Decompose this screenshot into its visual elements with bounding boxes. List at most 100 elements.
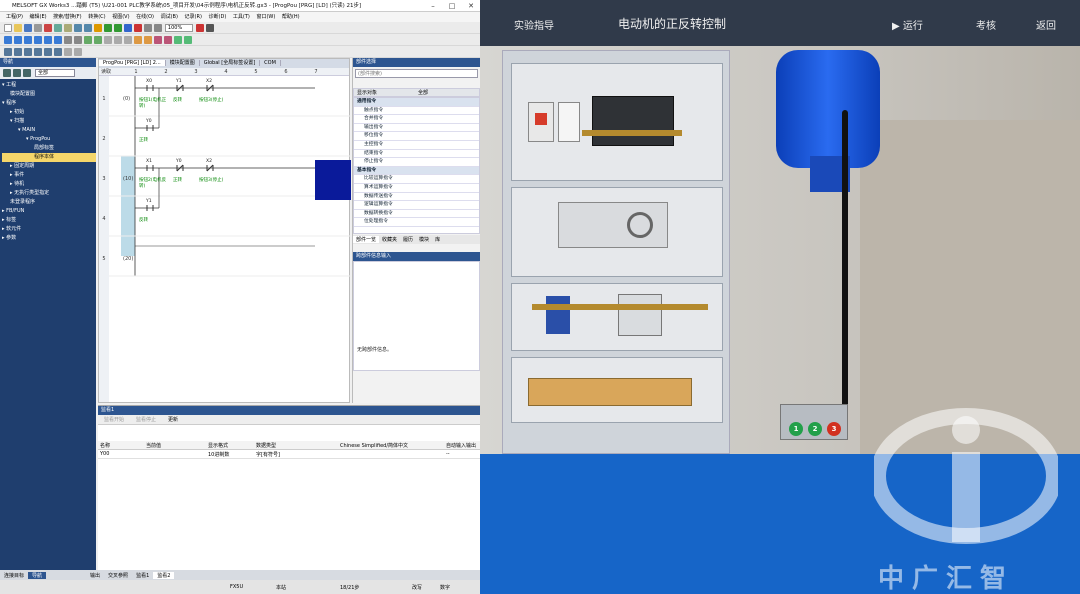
nav-collapse-icon[interactable] (3, 69, 11, 77)
tree-item-parameter[interactable]: ▸ 参数 (2, 234, 96, 243)
menu-debug[interactable]: 调试(B) (161, 14, 178, 20)
tree-item-progpou[interactable]: ▾ ProgPou (2, 135, 96, 144)
line-vertical-icon[interactable] (74, 36, 82, 44)
online-change-icon[interactable] (174, 36, 182, 44)
redo-icon[interactable] (84, 24, 92, 32)
parts-list-item[interactable]: 通用指令 (354, 98, 479, 107)
error-icon[interactable] (195, 24, 204, 32)
contact-y1-hold[interactable]: Y1 (146, 199, 152, 204)
tree-item-fbfun[interactable]: ▸ FB/FUN (2, 207, 96, 216)
watch-stop-button[interactable]: 监看停止 (130, 416, 162, 423)
menu-convert[interactable]: 转换(C) (88, 14, 105, 20)
find-icon[interactable] (94, 24, 102, 32)
contact-y0-nc[interactable]: Y0 (176, 159, 182, 164)
parallel-no-icon[interactable] (24, 36, 32, 44)
save-icon[interactable] (24, 24, 32, 32)
tree-item-scan[interactable]: ▾ 扫描 (2, 117, 96, 126)
contact-nc-icon[interactable] (14, 36, 22, 44)
tree-item-program-body[interactable]: 程序本体 (2, 153, 96, 162)
menu-window[interactable]: 窗口(W) (256, 14, 275, 20)
zoom-out-icon[interactable] (154, 24, 162, 32)
contact-y1[interactable]: Y1 (176, 79, 182, 84)
nav-property-icon[interactable] (23, 69, 31, 77)
parallel-nc-icon[interactable] (34, 36, 42, 44)
tree-item-local-label[interactable]: 局部标签 (2, 144, 96, 153)
tab-favorites[interactable]: 收藏夹 (379, 236, 400, 243)
watch-start-button[interactable]: 监看开始 (98, 416, 130, 423)
tab-module[interactable]: 模块 (416, 236, 432, 243)
read-plc-icon[interactable] (114, 24, 122, 32)
tree-item-device[interactable]: ▸ 软元件 (2, 225, 96, 234)
watch-update-button[interactable]: 更新 (162, 416, 184, 423)
zoom-in-icon[interactable] (144, 24, 152, 32)
parts-list-item[interactable]: 合并指令 (354, 115, 479, 124)
contact-x0[interactable]: X0 (146, 79, 152, 84)
paste-icon[interactable] (64, 24, 72, 32)
contact-x2-nc[interactable]: X2 (206, 159, 212, 164)
coil-icon[interactable] (44, 36, 52, 44)
tree-item-module-config[interactable]: 模块配置图 (2, 90, 96, 99)
tab-global-label[interactable]: Global [全局标签设置] (199, 60, 261, 66)
minimize-icon[interactable]: – (424, 0, 442, 12)
parts-list[interactable]: 通用指令 触点指令 合并指令 输出指令 移位指令 主控指令 结束指令 停止指令 基本指令 比较运算… (353, 97, 480, 234)
print-icon[interactable] (34, 24, 42, 32)
device-display-icon[interactable] (134, 36, 142, 44)
tree-item-no-exec-type[interactable]: ▸ 无执行类型指定 (2, 189, 96, 198)
close-icon[interactable]: ✕ (462, 0, 480, 12)
parts-list-item[interactable]: 数据转换指令 (354, 210, 479, 219)
parts-list-item[interactable]: 结束指令 (354, 150, 479, 159)
convert-icon[interactable] (154, 36, 162, 44)
ladder-diagram[interactable] (99, 76, 351, 402)
exam-button[interactable]: 考核 (976, 17, 996, 32)
tab-history[interactable]: 履历 (400, 236, 416, 243)
menu-edit[interactable]: 编辑(E) (30, 14, 47, 20)
label-display-icon[interactable] (144, 36, 152, 44)
button-2[interactable]: 2 (808, 422, 822, 436)
button-3[interactable]: 3 (827, 422, 841, 436)
tree-item-program[interactable]: ▾ 程序 (2, 99, 96, 108)
stop-icon[interactable] (134, 24, 142, 32)
contact-y0[interactable]: Y0 (146, 119, 152, 124)
comment-icon[interactable] (104, 36, 112, 44)
st-icon[interactable] (44, 48, 52, 56)
tab-output[interactable]: 输出 (86, 572, 104, 579)
simulate-icon[interactable] (184, 36, 192, 44)
parts-list-item[interactable]: 基本指令 (354, 166, 479, 176)
tab-library[interactable]: 库 (432, 236, 443, 243)
tab-com[interactable]: COM (260, 60, 281, 66)
parts-list-item[interactable]: 逻辑运算指令 (354, 201, 479, 210)
contact-x2[interactable]: X2 (206, 79, 212, 84)
zoom-select[interactable]: 100% (164, 24, 193, 32)
tree-item-label[interactable]: ▸ 标签 (2, 216, 96, 225)
menu-tool[interactable]: 工具(T) (233, 14, 250, 20)
parts-list-item[interactable]: 比较运算指令 (354, 175, 479, 184)
parts-list-item[interactable]: 停止指令 (354, 158, 479, 167)
cut-icon[interactable] (44, 24, 52, 32)
parts-search-input[interactable]: (部件搜索) (355, 69, 478, 78)
parts-list-item[interactable]: 算术运算指令 (354, 184, 479, 193)
parts-list-item[interactable]: 位处理指令 (354, 218, 479, 227)
tab-navigation[interactable]: 导航 (28, 571, 47, 579)
tree-item-project[interactable]: ▾ 工程 (2, 81, 96, 90)
write-plc-icon[interactable] (104, 24, 112, 32)
falling-edge-icon[interactable] (94, 36, 102, 44)
parts-list-item[interactable]: 数据传送指令 (354, 193, 479, 202)
watch-row[interactable]: Y00 10进制数 字[有符号] -- (98, 450, 480, 459)
menu-help[interactable]: 帮助(H) (282, 14, 300, 20)
menu-project[interactable]: 工程(P) (6, 14, 23, 20)
sfc-icon[interactable] (54, 48, 62, 56)
jump-icon[interactable] (4, 48, 12, 56)
undo-icon[interactable] (74, 24, 82, 32)
contact-no-icon[interactable] (4, 36, 12, 44)
maximize-icon[interactable]: □ (443, 0, 461, 12)
window-cascade-icon[interactable] (74, 48, 82, 56)
tree-item-initial[interactable]: ▸ 初始 (2, 108, 96, 117)
tab-parts-list[interactable]: 部件一览 (353, 236, 380, 243)
line-horizontal-icon[interactable] (64, 36, 72, 44)
note-icon[interactable] (124, 36, 132, 44)
menu-online[interactable]: 在线(O) (136, 14, 154, 20)
monitor-icon[interactable] (124, 24, 132, 32)
nav-filter-select[interactable]: 全部 (35, 69, 75, 77)
button-1[interactable]: 1 (789, 422, 803, 436)
tab-connection-dest[interactable]: 连接目标 (0, 572, 28, 579)
